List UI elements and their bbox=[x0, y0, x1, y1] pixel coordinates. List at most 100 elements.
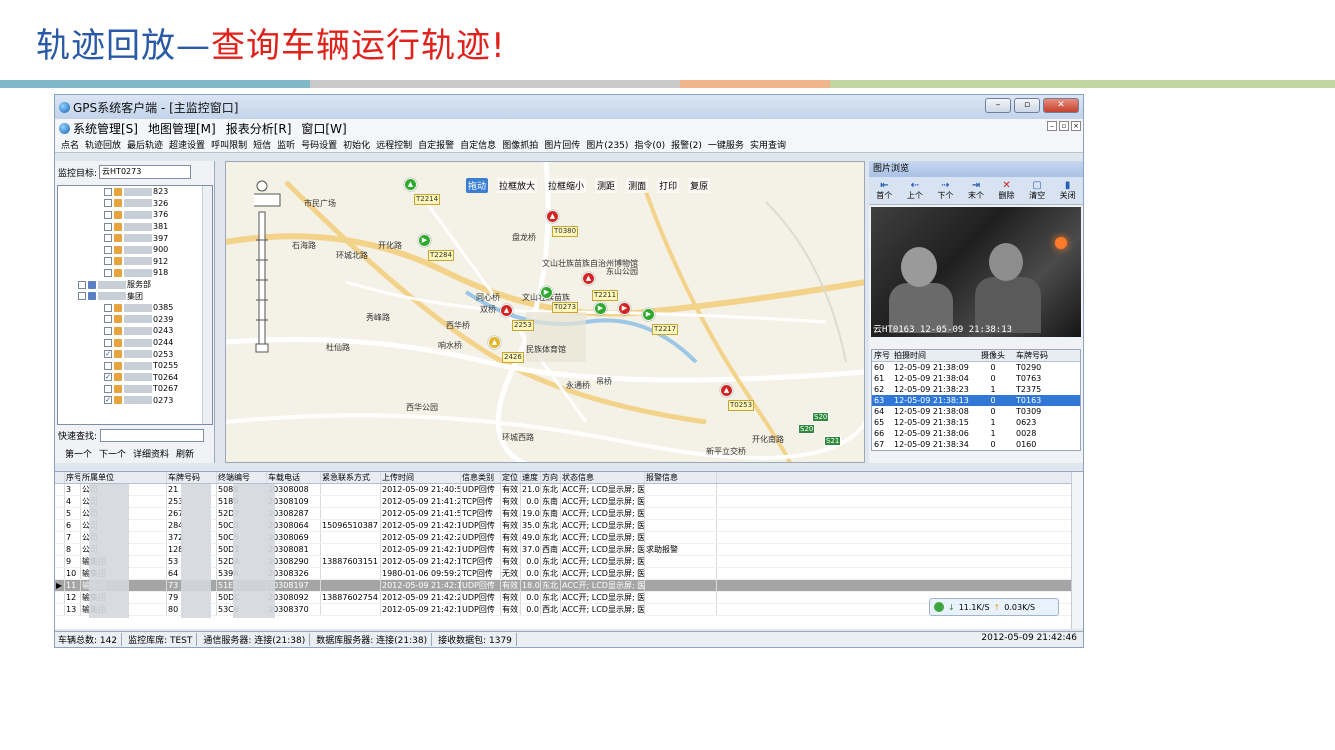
column-header[interactable]: 信息类别 bbox=[461, 472, 501, 483]
refresh-button[interactable]: 刷新 bbox=[176, 447, 194, 460]
toolbar-item[interactable]: 自定报警 bbox=[418, 138, 454, 151]
map-tool[interactable]: 拉框缩小 bbox=[546, 178, 587, 193]
map-tool[interactable]: 拖动 bbox=[466, 178, 489, 193]
monitor-target-input[interactable]: 云HT0273 bbox=[99, 165, 192, 179]
vehicle-tag[interactable]: T2284 bbox=[428, 250, 455, 261]
vehicle-marker[interactable]: ▲ bbox=[720, 384, 733, 397]
first-button[interactable]: 第一个 bbox=[65, 447, 92, 460]
tree-checkbox[interactable] bbox=[104, 384, 112, 393]
tree-item[interactable]: 326 bbox=[58, 198, 212, 210]
toolbar-item[interactable]: 呼叫限制 bbox=[211, 138, 247, 151]
maximize-icon[interactable]: ▫ bbox=[1014, 98, 1040, 113]
toolbar-item[interactable]: 指令(0) bbox=[634, 138, 665, 151]
vehicle-tag[interactable]: T0253 bbox=[728, 400, 755, 411]
tree-item[interactable]: 0239 bbox=[58, 314, 212, 326]
tree-item[interactable]: 918 bbox=[58, 267, 212, 279]
tree-item[interactable]: T0267 bbox=[58, 383, 212, 395]
details-button[interactable]: 详细资料 bbox=[133, 447, 169, 460]
tree-checkbox[interactable] bbox=[104, 187, 112, 196]
tree-checkbox[interactable] bbox=[104, 234, 112, 243]
vehicle-tree[interactable]: 823 326 376 381 397 900 912 918 服务部 集团 0385 0239 024… bbox=[57, 185, 213, 425]
menu-window[interactable]: 窗口[W] bbox=[301, 120, 346, 137]
map-tool[interactable]: 拉框放大 bbox=[497, 178, 538, 193]
tree-checkbox[interactable] bbox=[104, 326, 112, 335]
tree-checkbox[interactable] bbox=[104, 303, 112, 312]
tree-checkbox[interactable] bbox=[104, 268, 112, 277]
tree-checkbox[interactable]: ✓ bbox=[104, 396, 112, 405]
menu-system[interactable]: 系统管理[S] bbox=[73, 120, 138, 137]
tree-checkbox[interactable] bbox=[104, 361, 112, 370]
tree-item[interactable]: 381 bbox=[58, 221, 212, 233]
prev-button[interactable]: ⇠ 上个 bbox=[907, 180, 923, 201]
toolbar-item[interactable]: 图片(235) bbox=[586, 138, 628, 151]
mdi-minimize-icon[interactable]: – bbox=[1047, 121, 1057, 131]
tree-checkbox[interactable] bbox=[78, 292, 86, 301]
toolbar-item[interactable]: 最后轨迹 bbox=[127, 138, 163, 151]
column-header[interactable]: 状态信息 bbox=[561, 472, 645, 483]
vehicle-marker[interactable]: ▶ bbox=[540, 286, 553, 299]
vehicle-tag[interactable]: T2214 bbox=[414, 194, 441, 205]
vehicle-marker[interactable]: ▶ bbox=[418, 234, 431, 247]
tree-item[interactable]: 900 bbox=[58, 244, 212, 256]
menu-report[interactable]: 报表分析[R] bbox=[226, 120, 292, 137]
first-button[interactable]: ⇤ 首个 bbox=[876, 180, 892, 201]
vehicle-marker[interactable]: ▶ bbox=[642, 308, 655, 321]
column-header[interactable]: 摄像头 bbox=[978, 350, 1008, 361]
column-header[interactable]: 序号 bbox=[872, 350, 894, 361]
tree-item[interactable]: 集团 bbox=[58, 290, 212, 302]
tree-item[interactable]: 0244 bbox=[58, 337, 212, 349]
column-header[interactable]: 所属单位 bbox=[81, 472, 167, 483]
tree-checkbox[interactable] bbox=[104, 222, 112, 231]
grid-scrollbar[interactable] bbox=[1071, 472, 1083, 629]
tree-checkbox[interactable] bbox=[104, 338, 112, 347]
next-button[interactable]: ⇢ 下个 bbox=[937, 180, 953, 201]
toolbar-item[interactable]: 点名 bbox=[61, 138, 79, 151]
toolbar-item[interactable]: 实用查询 bbox=[750, 138, 786, 151]
clear-button[interactable]: ▢ 清空 bbox=[1029, 180, 1045, 201]
tree-checkbox[interactable] bbox=[104, 315, 112, 324]
close-icon[interactable]: ✕ bbox=[1043, 98, 1079, 113]
column-header[interactable]: 车载电话 bbox=[267, 472, 321, 483]
vehicle-marker[interactable]: ▲ bbox=[546, 210, 559, 223]
toolbar-item[interactable]: 号码设置 bbox=[301, 138, 337, 151]
menu-map[interactable]: 地图管理[M] bbox=[148, 120, 216, 137]
map-tool[interactable]: 测面 bbox=[626, 178, 649, 193]
toolbar-item[interactable]: 报警(2) bbox=[671, 138, 702, 151]
tree-checkbox[interactable]: ✓ bbox=[104, 350, 112, 359]
photo-row[interactable]: 66 12-05-09 21:38:06 1 0028 bbox=[872, 428, 1080, 439]
close-panel-button[interactable]: ▮ 关闭 bbox=[1060, 180, 1076, 201]
photo-row[interactable]: 64 12-05-09 21:38:08 0 T0309 bbox=[872, 406, 1080, 417]
toolbar-item[interactable]: 图像抓拍 bbox=[502, 138, 538, 151]
vehicle-tag[interactable]: T0273 bbox=[552, 302, 579, 313]
tree-item[interactable]: ✓ 0273 bbox=[58, 395, 212, 407]
map-view[interactable]: 拖动 拉框放大 拉框缩小 测距 测面 打印 复原 市民广场 开化路 盘龙桥 文山壮族苗族自治州博物… bbox=[225, 161, 865, 463]
vehicle-tag[interactable]: 2253 bbox=[512, 320, 534, 331]
vehicle-marker[interactable]: ▲ bbox=[488, 336, 501, 349]
toolbar-item[interactable]: 超速设置 bbox=[169, 138, 205, 151]
toolbar-item[interactable]: 自定信息 bbox=[460, 138, 496, 151]
column-header[interactable]: 方向 bbox=[541, 472, 561, 483]
map-tool[interactable]: 测距 bbox=[595, 178, 618, 193]
column-header[interactable]: 紧急联系方式 bbox=[321, 472, 381, 483]
vehicle-marker[interactable]: ▶ bbox=[594, 302, 607, 315]
vehicle-marker[interactable]: ▲ bbox=[404, 178, 417, 191]
vehicle-tag[interactable]: T0380 bbox=[552, 226, 579, 237]
toolbar-item[interactable]: 一键服务 bbox=[708, 138, 744, 151]
quick-find-input[interactable] bbox=[100, 429, 205, 442]
tree-checkbox[interactable]: ✓ bbox=[104, 373, 112, 382]
toolbar-item[interactable]: 图片回传 bbox=[544, 138, 580, 151]
column-header[interactable]: 车牌号码 bbox=[1008, 350, 1068, 361]
toolbar-item[interactable]: 初始化 bbox=[343, 138, 370, 151]
tree-checkbox[interactable] bbox=[104, 257, 112, 266]
minimize-icon[interactable]: – bbox=[985, 98, 1011, 113]
tree-item[interactable]: 912 bbox=[58, 256, 212, 268]
tree-item[interactable]: T0255 bbox=[58, 360, 212, 372]
column-header[interactable]: 终端编号 bbox=[217, 472, 267, 483]
delete-button[interactable]: ✕ 删除 bbox=[999, 180, 1015, 201]
tree-item[interactable]: 376 bbox=[58, 209, 212, 221]
tree-checkbox[interactable] bbox=[104, 245, 112, 254]
map-tool[interactable]: 打印 bbox=[657, 178, 680, 193]
toolbar-item[interactable]: 轨迹回放 bbox=[85, 138, 121, 151]
photo-row[interactable]: 60 12-05-09 21:38:09 0 T0290 bbox=[872, 362, 1080, 373]
photo-row[interactable]: 67 12-05-09 21:38:34 0 0160 bbox=[872, 439, 1080, 450]
